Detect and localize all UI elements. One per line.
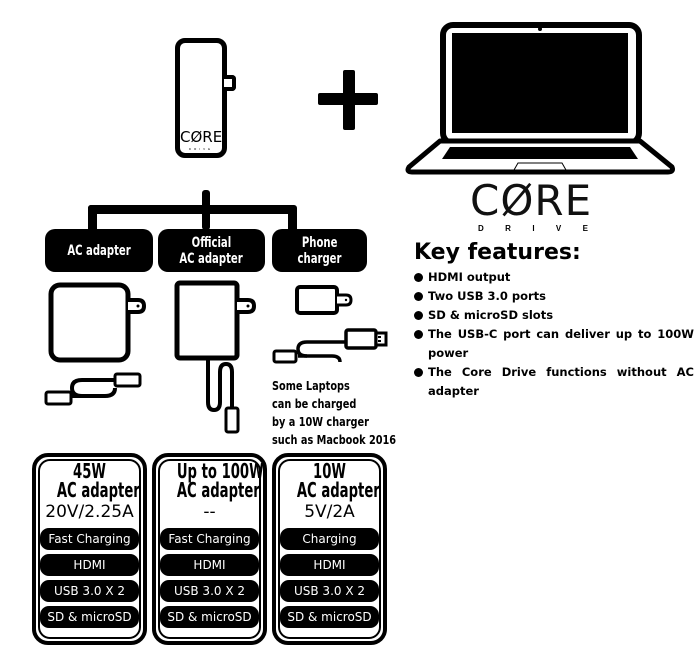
phone-charger-icon xyxy=(295,285,339,315)
bullet-icon xyxy=(414,311,423,320)
plus-icon-bar xyxy=(318,93,378,105)
key-features-list: HDMI output Two USB 3.0 ports SD & micro… xyxy=(414,268,694,401)
feature-pill: HDMI xyxy=(280,554,379,576)
connector-line xyxy=(88,205,296,214)
logo-letter: V xyxy=(555,224,562,233)
source-ac-adapter: AC adapter xyxy=(45,229,153,272)
logo-letter: I xyxy=(532,224,535,233)
bullet-icon xyxy=(414,292,423,301)
feature-pill: HDMI xyxy=(160,554,259,576)
feature-item: The Core Drive functions without AC adap… xyxy=(414,363,694,401)
logo-letter: R xyxy=(505,224,511,233)
key-features-title: Key features: xyxy=(414,240,581,265)
logo-letter: E xyxy=(582,224,588,233)
feature-pill: USB 3.0 X 2 xyxy=(40,580,139,602)
feature-pill: Fast Charging xyxy=(40,528,139,550)
feature-pill: USB 3.0 X 2 xyxy=(280,580,379,602)
feature-item: HDMI output xyxy=(414,268,694,287)
feature-pill: SD & microSD xyxy=(280,606,379,628)
usb-c-cable-icon xyxy=(69,378,118,398)
card-voltage: 5V/2A xyxy=(304,502,355,522)
usb-c-connector-icon xyxy=(224,75,236,91)
feature-item: Two USB 3.0 ports xyxy=(414,287,694,306)
source-official-ac-adapter: Official AC adapter xyxy=(158,229,265,272)
chargers-illustration xyxy=(44,280,257,434)
spec-card-10w: 10W AC adapter 5V/2A Charging HDMI USB 3… xyxy=(272,453,387,645)
bullet-icon xyxy=(414,368,423,377)
feature-pill: USB 3.0 X 2 xyxy=(160,580,259,602)
ac-adapter-icon xyxy=(48,282,131,363)
card-title: Up to 100W AC adapter xyxy=(176,459,264,502)
usb-cable-icon xyxy=(296,340,346,363)
official-ac-adapter-icon xyxy=(174,280,240,361)
feature-item: The USB-C port can deliver up to 100W po… xyxy=(414,325,694,363)
logo-letter: D xyxy=(478,224,484,233)
card-title: 45W AC adapter xyxy=(56,459,140,502)
spec-card-45w: 45W AC adapter 20V/2.25A Fast Charging H… xyxy=(32,453,147,645)
core-drive-logo-sub: D R I V E xyxy=(478,224,588,233)
feature-pill: SD & microSD xyxy=(40,606,139,628)
laptop-icon xyxy=(405,22,675,175)
card-voltage: 20V/2.25A xyxy=(45,502,134,522)
feature-pill: Charging xyxy=(280,528,379,550)
feature-pill: HDMI xyxy=(40,554,139,576)
source-phone-charger: Phone charger xyxy=(272,229,367,272)
card-voltage: -- xyxy=(203,502,216,522)
core-drive-logo: CØRE xyxy=(470,176,593,225)
spec-card-100w: Up to 100W AC adapter -- Fast Charging H… xyxy=(152,453,267,645)
hub-logo: CØRE xyxy=(180,128,223,146)
hub-logo-sub: DRIVE xyxy=(188,147,214,151)
charging-note: Some Laptops can be charged by a 10W cha… xyxy=(272,378,397,447)
feature-pill: SD & microSD xyxy=(160,606,259,628)
phone-charger-illustration xyxy=(272,285,388,364)
bullet-icon xyxy=(414,330,423,339)
card-title: 10W AC adapter xyxy=(296,459,380,502)
bullet-icon xyxy=(414,273,423,282)
feature-item: SD & microSD slots xyxy=(414,306,694,325)
feature-pill: Fast Charging xyxy=(160,528,259,550)
